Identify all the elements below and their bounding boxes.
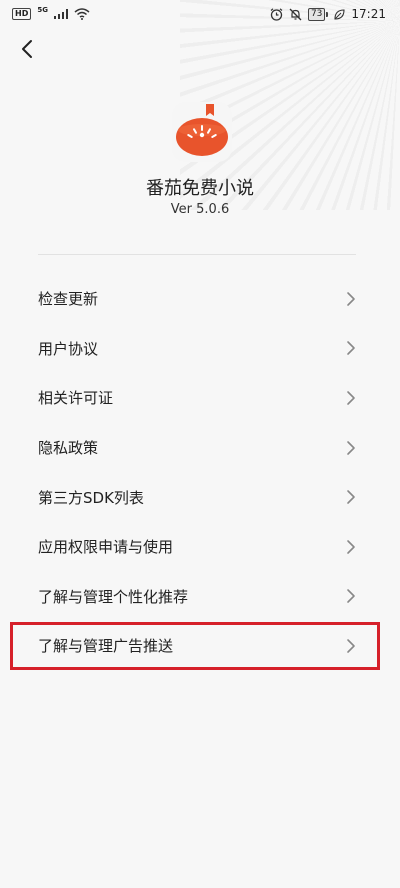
network-type: 5G xyxy=(37,6,48,14)
menu-item-label: 检查更新 xyxy=(38,290,99,309)
menu-item-label: 了解与管理广告推送 xyxy=(38,637,174,656)
app-version: Ver 5.0.6 xyxy=(170,202,230,217)
chevron-right-icon xyxy=(347,391,355,405)
menu-item-label: 应用权限申请与使用 xyxy=(38,538,174,557)
menu-item-label: 了解与管理个性化推荐 xyxy=(38,587,189,606)
menu-item-check-update[interactable]: 检查更新 xyxy=(0,274,400,324)
menu-item-app-permissions[interactable]: 应用权限申请与使用 xyxy=(0,522,400,572)
battery-tip xyxy=(326,11,329,17)
app-name: 番茄免费小说 xyxy=(146,178,254,199)
chevron-right-icon xyxy=(347,440,355,455)
leaf-icon xyxy=(334,8,345,20)
chevron-right-icon xyxy=(347,639,355,653)
chevron-right-icon xyxy=(347,291,355,306)
menu-item-label: 相关许可证 xyxy=(38,389,114,408)
menu-item-label: 隐私政策 xyxy=(38,439,99,458)
status-time: 17:21 xyxy=(351,7,386,21)
menu-item-user-agreement[interactable]: 用户协议 xyxy=(0,324,400,374)
chevron-right-icon xyxy=(347,539,355,554)
menu-item-ad-push[interactable]: 了解与管理广告推送 xyxy=(0,621,400,671)
back-button[interactable] xyxy=(12,34,42,64)
menu-item-personalized-recommendation[interactable]: 了解与管理个性化推荐 xyxy=(0,572,400,622)
chevron-right-icon xyxy=(347,490,355,504)
menu-item-label: 第三方SDK列表 xyxy=(38,488,144,507)
menu-item-privacy-policy[interactable]: 隐私政策 xyxy=(0,423,400,473)
mute-bell-icon xyxy=(289,8,302,20)
signal-icon xyxy=(53,9,68,19)
status-right: 73 17:21 xyxy=(270,7,386,21)
status-bar: HD 5G 73 17:21 xyxy=(0,0,400,28)
divider xyxy=(38,254,356,255)
battery-indicator: 73 xyxy=(307,7,329,21)
alarm-icon xyxy=(270,7,283,21)
chevron-right-icon xyxy=(347,589,355,604)
hd-badge: HD xyxy=(12,8,32,20)
about-menu: 检查更新 用户协议 相关许可证 隐私政策 第三方SDK列表 应用权限申请与使用 … xyxy=(0,274,400,671)
app-logo-icon xyxy=(172,102,232,162)
menu-item-third-party-sdk[interactable]: 第三方SDK列表 xyxy=(0,472,400,522)
battery-level: 73 xyxy=(307,7,326,21)
chevron-right-icon xyxy=(347,341,355,356)
menu-item-label: 用户协议 xyxy=(38,339,99,358)
wifi-icon xyxy=(74,8,90,20)
menu-item-licenses[interactable]: 相关许可证 xyxy=(0,373,400,423)
chevron-left-icon xyxy=(22,40,32,58)
status-left: HD 5G xyxy=(12,6,90,20)
